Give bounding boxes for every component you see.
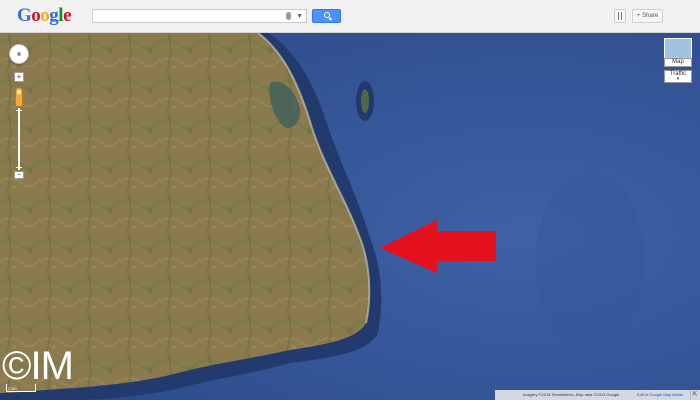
apps-button[interactable] (614, 9, 626, 23)
zoom-slider-ticks (16, 110, 22, 168)
map-canvas[interactable] (0, 33, 700, 400)
map-type-button[interactable]: Map (664, 58, 692, 67)
traffic-button[interactable]: Traffic ▾ (664, 70, 692, 83)
sea-shading (535, 173, 645, 353)
expand-icon[interactable]: ⇱ (690, 390, 699, 400)
logo-letter: g (49, 5, 59, 26)
chevron-down-icon: ▾ (676, 76, 680, 82)
map-footer: Imagery ©2013 TerraMetrics, Map data ©20… (495, 390, 700, 400)
logo-letter: o (40, 5, 50, 26)
attribution-text: Imagery ©2013 TerraMetrics, Map data ©20… (523, 392, 620, 397)
logo-letter: e (63, 5, 71, 26)
maps-window: Google ▼ + Share + − Map Traffic ▾ 2 km … (0, 0, 700, 400)
chevron-down-icon[interactable]: ▼ (296, 13, 303, 20)
top-bar: Google ▼ + Share (0, 0, 700, 33)
island (361, 89, 369, 113)
pegman-icon[interactable] (15, 87, 23, 107)
zoom-out-button[interactable]: − (14, 171, 24, 179)
search-icon (324, 12, 330, 18)
map-type-control: Map Traffic ▾ (664, 38, 692, 86)
map-type-thumbnail[interactable] (664, 38, 692, 60)
google-logo[interactable]: Google (17, 5, 71, 27)
share-button[interactable]: + Share (632, 9, 663, 23)
logo-letter: G (17, 5, 32, 26)
search-button[interactable] (312, 9, 341, 23)
microphone-icon[interactable] (286, 12, 291, 20)
satellite-imagery (0, 33, 700, 400)
pan-control[interactable] (9, 44, 29, 64)
logo-letter: o (31, 5, 41, 26)
edit-in-map-maker-link[interactable]: Edit in Google Map Maker (637, 390, 683, 400)
zoom-in-button[interactable]: + (14, 72, 24, 82)
apps-icon (618, 12, 622, 20)
copyright-watermark: ©IM (2, 344, 74, 388)
search-input[interactable]: ▼ (92, 9, 307, 23)
